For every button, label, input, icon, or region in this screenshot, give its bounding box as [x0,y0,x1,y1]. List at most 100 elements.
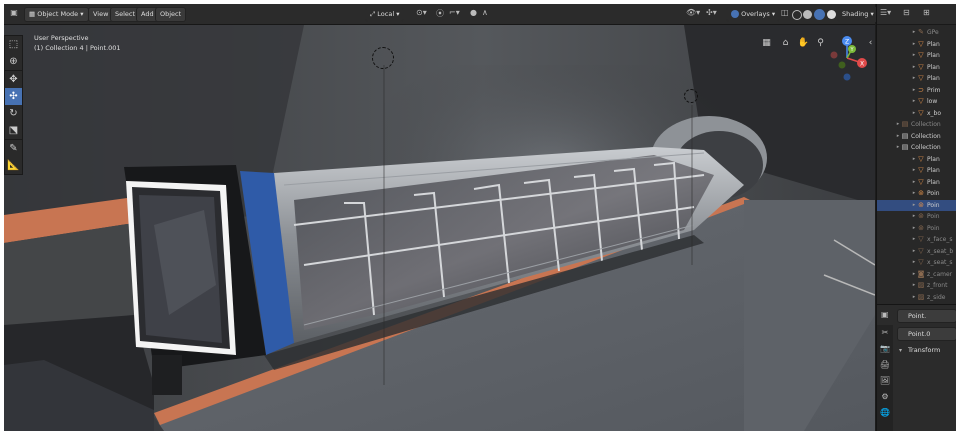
sidebar-toggle-icon[interactable]: ‹ [866,37,875,50]
outliner-item[interactable]: ▸ ▤ Collection [877,119,956,130]
outliner-editor-icon[interactable]: ☰▾ [880,8,891,17]
outliner-item[interactable]: ▸ ▽ Plan [877,39,956,50]
outliner-item-label: Poin [927,213,940,220]
outliner-item-label: Poin [927,190,940,197]
scene-tab-icon[interactable]: ⚙ [877,389,893,405]
annotate-tool-icon[interactable]: ✎ [5,139,22,157]
outliner-item[interactable]: ▸ ▽ Plan [877,165,956,176]
rotate-tool-icon[interactable]: ↻ [5,105,22,122]
mesh-icon: ▽ [918,97,924,105]
transform-tool-icon[interactable]: ✣ [5,88,22,105]
scale-tool-icon[interactable]: ⬔ [5,122,22,139]
chevron-down-icon: ▾ [78,10,84,18]
orientation-selector[interactable]: ⤢ Local ▾ [365,7,405,22]
xray-icon[interactable]: ◫ [781,8,789,17]
outliner-item[interactable]: ▸ ▽ Plan [877,62,956,73]
outliner-item[interactable]: ▸ ▽ Plan [877,177,956,188]
camera-icon: ◙ [917,269,925,278]
outliner-item[interactable]: ▸ ▽ low [877,96,956,107]
outliner-item[interactable]: ▸ ⊃ Prim [877,85,956,96]
object-type-icon[interactable]: ▣ [881,310,889,319]
overlays-label: Overlays [741,10,770,18]
data-name-field[interactable]: Point.0 [897,327,956,341]
outliner-item-label: GPe [927,29,939,36]
zoom-icon[interactable]: ⚲ [814,37,827,50]
outliner-item-label: x_bo [927,109,942,117]
mesh-icon: ▽ [918,108,924,117]
light-gizmo-icon[interactable] [684,89,698,103]
proportional-edit-icon[interactable]: ● [470,8,477,17]
data-name-value: Point.0 [908,330,931,338]
render-tab-icon[interactable]: 📷 [877,341,893,357]
3d-viewport[interactable]: User Perspective (1) Collection 4 | Poin… [4,25,875,431]
view-layer-tab-icon[interactable]: 🖼 [877,373,893,389]
outliner-item[interactable]: ▸ ▽ x_seat_s [877,257,956,268]
shading-button[interactable]: Shading ▾ [837,7,879,22]
light-gizmo-icon[interactable] [372,47,394,69]
output-tab-icon[interactable]: 🖨 [877,357,893,373]
outliner-item[interactable]: ▸ ▽ x_seat_b [877,246,956,257]
transform-panel-label[interactable]: Transform [908,346,940,354]
pan-hand-icon[interactable]: ✋ [797,37,810,50]
outliner-item[interactable]: ▸ ▤ Collection [877,131,956,142]
outliner-item[interactable]: ▸ ▽ Plan [877,73,956,84]
object-mode-icon: ▦ [29,10,38,18]
outliner-panel: ☰▾ ⊟ ⊞ ▸ ✎ GPe ▸ ▽ Plan ▸ ▽ Plan ▸ ▽ Plan ▸ ▽ Plan ▸ ⊃ Pr… [876,4,956,304]
cursor-tool-icon[interactable]: ⊕ [5,53,22,70]
grease-pencil-icon: ✎ [918,28,924,36]
pivot-icon[interactable]: ⊙▾ [416,8,427,17]
mesh-icon: ▽ [918,39,924,48]
outliner-item[interactable]: ▸ ▽ x_bo [877,108,956,119]
snap-icon[interactable]: ⦿ [436,8,444,19]
outliner-item[interactable]: ▸ ▽ x_face_s [877,234,956,245]
outliner-item[interactable]: ▸ ▨ z_front [877,280,956,291]
visibility-icon[interactable]: 👁▾ [686,8,700,17]
mesh-icon: ▽ [918,154,924,163]
object-name-field[interactable]: Point. [897,309,956,323]
measure-tool-icon[interactable]: 📐 [5,157,22,174]
world-tab-icon[interactable]: 🌐 [877,405,893,421]
outliner-item[interactable]: ▸ ▨ z_side [877,292,956,303]
outliner-item-label: Prim [927,86,941,94]
outliner-item[interactable]: ▸ ✎ GPe [877,27,956,38]
new-collection-icon[interactable]: ⊞ [923,8,930,17]
overlays-button[interactable]: Overlays ▾ [726,7,781,22]
tool-tab-icon[interactable]: ✂ [877,325,893,341]
snap-target-icon[interactable]: ⌐▾ [449,8,460,17]
outliner-item[interactable]: ▸ ⊚ Poin [877,223,956,234]
outliner-item-label: x_face_s [927,236,953,243]
viewport-header: ▣ ▦ Object Mode ▾ View Select Add Object… [4,4,879,25]
falloff-icon[interactable]: ∧ [482,8,488,17]
mesh-icon: ▽ [918,74,924,82]
outliner-item-label: Plan [927,75,940,82]
mode-selector[interactable]: ▦ Object Mode ▾ [24,7,89,22]
image-icon: ▨ [917,281,925,289]
outliner-item[interactable]: ▸ ◙ z_camer [877,269,956,280]
select-box-tool-icon[interactable]: ⬚ [5,36,22,53]
move-tool-icon[interactable]: ✥ [5,70,22,88]
grid-view-icon[interactable]: ▦ [760,37,773,50]
chevron-down-icon[interactable]: ▾ [899,347,902,354]
outliner-item[interactable]: ▸ ▤ Collection [877,142,956,153]
shading-material-icon[interactable] [814,9,825,20]
outliner-item[interactable]: ▸ ▽ Plan [877,50,956,61]
filter-icon[interactable]: ⊟ [903,8,910,17]
outliner-item-label: Poin [927,224,940,232]
outliner-item[interactable]: ▸ ⊚ Poin [877,199,956,211]
outliner-item[interactable]: ▸ ⊚ Poin [877,188,956,199]
shading-wireframe-icon[interactable] [792,10,802,20]
editor-type-icon[interactable]: ▣ [8,8,20,20]
navigation-gizmo[interactable]: Z X Y [822,33,872,83]
gizmo-toggle-icon[interactable]: ✣▾ [706,8,717,17]
mode-label: Object Mode [37,10,79,18]
shading-label: Shading [842,10,869,18]
outliner-item-label: Plan [927,167,940,174]
menu-object[interactable]: Object [155,7,187,22]
properties-panel: Point. ▣ ✂ 📷 🖨 🖼 ⚙ 🌐 Point.0 ▾ Transform [876,304,956,431]
shading-rendered-icon[interactable] [827,10,836,19]
collection-icon: ▤ [901,143,909,151]
shading-solid-icon[interactable] [803,10,812,19]
camera-view-icon[interactable]: ⌂ [779,37,792,50]
outliner-item[interactable]: ▸ ▽ Plan [877,154,956,165]
outliner-item[interactable]: ▸ ⊚ Poin [877,211,956,222]
